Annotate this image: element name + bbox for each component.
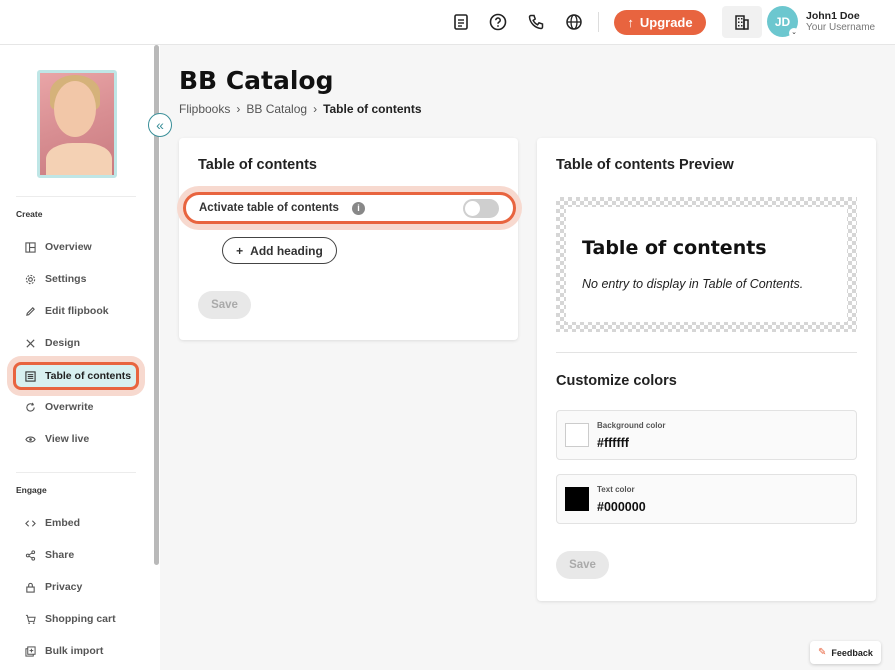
- sidebar-item-label: Overview: [45, 241, 92, 253]
- sidebar-item-table-of-contents[interactable]: Table of contents: [13, 362, 139, 390]
- import-icon: [24, 645, 36, 657]
- breadcrumb: Flipbooks › BB Catalog › Table of conten…: [179, 102, 422, 116]
- add-heading-label: Add heading: [250, 243, 323, 258]
- sidebar-item-label: Edit flipbook: [45, 305, 109, 317]
- topbar-separator: [598, 12, 599, 32]
- gear-icon: [24, 273, 36, 285]
- add-heading-button[interactable]: + Add heading: [222, 237, 337, 264]
- top-bar: ↑ Upgrade JD ⌄ John1 Doe Your Username: [0, 0, 895, 45]
- card-title: Table of contents: [198, 157, 317, 173]
- globe-icon[interactable]: [564, 12, 584, 32]
- chevron-right-icon: ›: [313, 102, 318, 116]
- sidebar-item-label: Bulk import: [45, 645, 104, 657]
- plus-icon: +: [236, 243, 244, 258]
- upgrade-button[interactable]: ↑ Upgrade: [614, 10, 706, 35]
- share-icon: [24, 549, 36, 561]
- page-title: BB Catalog: [179, 66, 334, 95]
- sidebar-item-label: Design: [45, 337, 81, 349]
- info-icon[interactable]: i: [352, 202, 365, 215]
- sidebar-item-label: Table of contents: [45, 370, 132, 382]
- preview-heading: Table of contents: [582, 237, 767, 259]
- sidebar-item-label: View live: [45, 433, 90, 445]
- sidebar-item-bulk-import[interactable]: Bulk import: [16, 638, 140, 664]
- activate-toc-label: Activate table of contents: [199, 202, 339, 214]
- text-color-label: Text color: [597, 485, 635, 494]
- background-color-label: Background color: [597, 421, 666, 430]
- document-icon[interactable]: [451, 12, 471, 32]
- sidebar-item-label: Share: [45, 549, 75, 561]
- user-name[interactable]: John1 Doe: [806, 10, 860, 22]
- pencil-icon: [24, 305, 36, 317]
- code-icon: [24, 517, 36, 529]
- layout-icon: [24, 241, 36, 253]
- text-color-swatch[interactable]: [565, 487, 589, 511]
- flipbook-cover-thumbnail[interactable]: [37, 70, 117, 178]
- sidebar-item-shopping-cart[interactable]: Shopping cart: [16, 606, 140, 632]
- sidebar-item-label: Shopping cart: [45, 613, 116, 625]
- toc-preview-inner: [566, 207, 847, 322]
- phone-icon[interactable]: [526, 12, 546, 32]
- sidebar-item-label: Privacy: [45, 581, 83, 593]
- help-icon[interactable]: [488, 12, 508, 32]
- sidebar-item-design[interactable]: Design: [16, 330, 140, 356]
- sidebar-item-view-live[interactable]: View live: [16, 426, 140, 452]
- sidebar-item-overwrite[interactable]: Overwrite: [16, 394, 140, 420]
- refresh-icon: [24, 401, 36, 413]
- organization-button[interactable]: [722, 6, 762, 38]
- sidebar-item-label: Embed: [45, 517, 81, 529]
- activate-toc-row[interactable]: Activate table of contents i: [183, 192, 516, 224]
- background-color-swatch[interactable]: [565, 423, 589, 447]
- text-color-field[interactable]: Text color #000000: [556, 474, 857, 524]
- background-color-field[interactable]: Background color #ffffff: [556, 410, 857, 460]
- section-label-create: Create: [16, 209, 43, 219]
- card-title: Table of contents Preview: [556, 157, 734, 173]
- activate-toc-toggle[interactable]: [463, 199, 499, 218]
- text-color-value[interactable]: #000000: [597, 500, 646, 514]
- chevron-down-icon[interactable]: ⌄: [789, 28, 799, 38]
- sidebar-item-settings[interactable]: Settings: [16, 266, 140, 292]
- sidebar-item-edit-flipbook[interactable]: Edit flipbook: [16, 298, 140, 324]
- tools-icon: [24, 337, 36, 349]
- list-icon: [24, 370, 36, 382]
- customize-colors-title: Customize colors: [556, 373, 677, 389]
- feedback-label: Feedback: [831, 647, 873, 658]
- sidebar-divider: [16, 196, 136, 197]
- preview-divider: [556, 352, 857, 353]
- breadcrumb-bb-catalog[interactable]: BB Catalog: [246, 102, 307, 116]
- sidebar-divider: [16, 472, 136, 473]
- building-icon: [735, 15, 749, 30]
- colors-save-button[interactable]: Save: [556, 551, 609, 579]
- arrow-up-icon: ↑: [627, 15, 634, 30]
- feedback-icon: ✎: [818, 647, 827, 658]
- lock-icon: [24, 581, 36, 593]
- upgrade-label: Upgrade: [639, 15, 693, 30]
- chevron-right-icon: ›: [236, 102, 241, 116]
- sidebar-item-privacy[interactable]: Privacy: [16, 574, 140, 600]
- sidebar-item-label: Settings: [45, 273, 87, 285]
- toc-preview: [556, 197, 857, 332]
- section-label-engage: Engage: [16, 485, 47, 495]
- feedback-button[interactable]: ✎ Feedback: [810, 641, 881, 664]
- collapse-sidebar-button[interactable]: «: [148, 113, 172, 137]
- breadcrumb-flipbooks[interactable]: Flipbooks: [179, 102, 230, 116]
- sidebar-item-overview[interactable]: Overview: [16, 234, 140, 260]
- preview-empty-message: No entry to display in Table of Contents…: [582, 277, 804, 291]
- sidebar-item-label: Overwrite: [45, 401, 94, 413]
- background-color-value[interactable]: #ffffff: [597, 436, 629, 450]
- cart-icon: [24, 613, 36, 625]
- breadcrumb-current: Table of contents: [323, 102, 422, 116]
- sidebar-item-embed[interactable]: Embed: [16, 510, 140, 536]
- sidebar-item-share[interactable]: Share: [16, 542, 140, 568]
- eye-icon: [24, 433, 36, 445]
- user-subtitle: Your Username: [806, 22, 876, 33]
- toc-save-button[interactable]: Save: [198, 291, 251, 319]
